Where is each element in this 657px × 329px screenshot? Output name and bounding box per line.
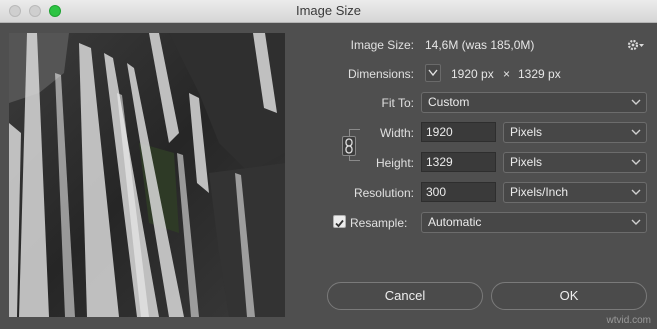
dimensions-label: Dimensions:: [347, 67, 414, 81]
resample-checkbox[interactable]: [333, 215, 346, 228]
fit-to-value: Custom: [428, 95, 470, 109]
resolution-unit-value: Pixels/Inch: [510, 185, 569, 199]
height-input[interactable]: 1329: [421, 152, 496, 172]
dimensions-height: 1329 px: [518, 67, 561, 81]
image-size-value: 14,6M (was 185,0M): [425, 38, 535, 52]
image-size-dialog: Image Size Image Size: 14,6M (was 185,0M…: [0, 0, 657, 329]
dimensions-times: ×: [503, 67, 511, 81]
chevron-down-icon: [631, 99, 641, 105]
chevron-down-icon: [631, 219, 641, 225]
chevron-down-icon: [631, 159, 641, 165]
height-unit-value: Pixels: [510, 155, 543, 169]
width-input[interactable]: 1920: [421, 122, 496, 142]
chevron-down-icon: [428, 69, 438, 77]
chevron-down-icon: [631, 189, 641, 195]
resolution-input[interactable]: 300: [421, 182, 496, 202]
resolution-unit-select[interactable]: Pixels/Inch: [503, 182, 647, 203]
resolution-label: Resolution:: [353, 186, 414, 200]
ok-button[interactable]: OK: [491, 282, 647, 310]
chevron-down-icon: [631, 129, 641, 135]
image-preview[interactable]: [9, 33, 285, 317]
fit-to-select[interactable]: Custom: [421, 92, 647, 113]
resample-method-select[interactable]: Automatic: [421, 212, 647, 233]
height-unit-select[interactable]: Pixels: [503, 152, 647, 173]
height-label: Height:: [375, 156, 414, 170]
dialog-title: Image Size: [295, 3, 362, 18]
image-size-label: Image Size:: [350, 38, 414, 52]
gear-icon[interactable]: [627, 38, 645, 52]
width-unit-select[interactable]: Pixels: [503, 122, 647, 143]
fit-to-label: Fit To:: [381, 96, 414, 110]
checkmark-icon: [335, 219, 344, 228]
title-bar: Image Size: [0, 0, 657, 23]
width-label: Width:: [379, 126, 414, 140]
width-unit-value: Pixels: [510, 125, 543, 139]
resample-method-value: Automatic: [428, 215, 482, 229]
cancel-button[interactable]: Cancel: [327, 282, 483, 310]
dimensions-width: 1920 px: [451, 67, 494, 81]
watermark-text: wtvid.com: [606, 315, 651, 326]
dimensions-menu-button[interactable]: [425, 64, 441, 82]
resample-label: Resample:: [350, 216, 408, 230]
